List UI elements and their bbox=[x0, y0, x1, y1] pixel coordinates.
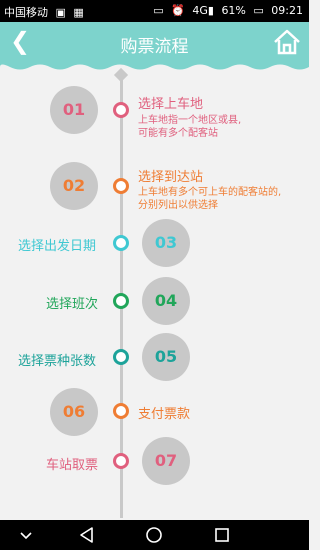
step-circle-05: 05 bbox=[142, 333, 190, 381]
flow-content: 01 选择上车地 上车地指一个地区或县, 可能有多个配客站 02 选择到达站 上… bbox=[0, 62, 309, 520]
step-circle-04: 04 bbox=[142, 277, 190, 325]
clock-time: 09:21 bbox=[271, 4, 303, 17]
step-label-02: 选择到达站 bbox=[138, 170, 204, 185]
step-label-01: 选择上车地 bbox=[138, 97, 204, 112]
step-node-06 bbox=[113, 403, 129, 419]
step-label-07: 车站取票 bbox=[46, 458, 99, 473]
image-icon: ▣ bbox=[55, 6, 66, 19]
carrier-label: 中国移动 bbox=[4, 6, 48, 19]
step-circle-01: 01 bbox=[50, 86, 98, 134]
step-label-04: 选择班次 bbox=[46, 297, 99, 312]
home-icon bbox=[274, 29, 300, 55]
notification-icon: ▦ bbox=[73, 6, 84, 19]
nav-home-icon[interactable] bbox=[144, 525, 164, 545]
step-label-03: 选择出发日期 bbox=[18, 239, 97, 254]
step-node-04 bbox=[113, 293, 129, 309]
step-circle-06: 06 bbox=[50, 388, 98, 436]
step-desc-01-line2: 可能有多个配客站 bbox=[138, 128, 218, 139]
status-bar: 中国移动 ▣ ▦ ▭ ⏰ 4G▮ 61% ▭ 09:21 bbox=[0, 0, 309, 22]
step-node-02 bbox=[113, 178, 129, 194]
home-button[interactable] bbox=[273, 28, 301, 56]
step-node-07 bbox=[113, 453, 129, 469]
step-node-03 bbox=[113, 235, 129, 251]
nav-recent-icon[interactable] bbox=[212, 525, 232, 545]
page-title: 购票流程 bbox=[120, 37, 189, 57]
nfc-icon: ▭ bbox=[153, 4, 164, 17]
step-node-05 bbox=[113, 349, 129, 365]
step-label-06: 支付票款 bbox=[138, 407, 191, 422]
step-label-05: 选择票种张数 bbox=[18, 354, 97, 369]
nav-back-icon[interactable] bbox=[77, 525, 97, 545]
status-left: 中国移动 ▣ ▦ bbox=[4, 4, 84, 20]
step-circle-07: 07 bbox=[142, 437, 190, 485]
step-circle-03: 03 bbox=[142, 219, 190, 267]
wave-divider bbox=[0, 62, 309, 70]
step-desc-02-line2: 分别列出以供选择 bbox=[138, 200, 218, 211]
status-right: ▭ ⏰ 4G▮ 61% ▭ 09:21 bbox=[149, 4, 303, 17]
system-nav-bar bbox=[0, 520, 309, 550]
step-desc-01-line1: 上车地指一个地区或县, bbox=[138, 115, 242, 126]
nav-menu-icon[interactable] bbox=[16, 525, 36, 545]
step-node-01 bbox=[113, 102, 129, 118]
battery-icon: ▭ bbox=[253, 4, 264, 17]
step-circle-02: 02 bbox=[50, 162, 98, 210]
battery-level: 61% bbox=[221, 4, 246, 17]
header-bar: ❮ 购票流程 bbox=[0, 22, 309, 62]
step-desc-02-line1: 上车地有多个可上车的配客站的, bbox=[138, 187, 282, 198]
signal-icon: 4G▮ bbox=[192, 4, 214, 17]
alarm-icon: ⏰ bbox=[171, 4, 185, 17]
